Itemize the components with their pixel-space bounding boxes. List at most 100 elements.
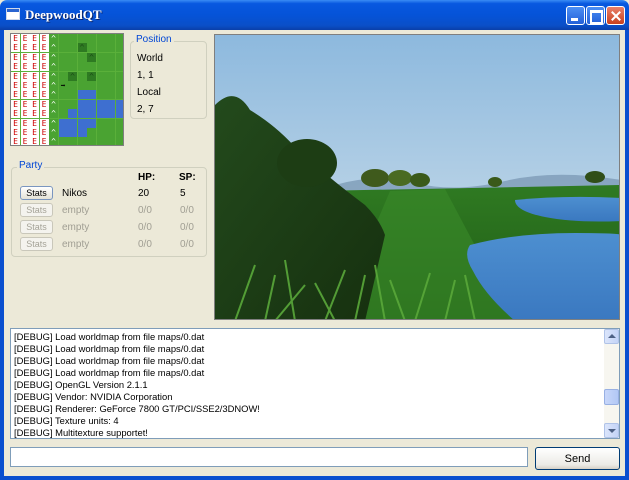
grass-tile (87, 43, 96, 53)
member-sp: 0/0 (180, 205, 194, 216)
grass-tile (77, 34, 87, 43)
grass-tile (115, 43, 123, 53)
player-marker-icon: ➡ (58, 81, 68, 90)
grass-tile (106, 128, 115, 137)
grass-tile (77, 52, 87, 62)
grass-tile (96, 62, 106, 72)
grass-tile (58, 90, 68, 100)
water-tile (68, 118, 77, 128)
grass-tile (68, 52, 77, 62)
title-bar[interactable]: DeepwoodQT (0, 0, 629, 30)
grass-tile (115, 52, 123, 62)
local-label: Local (137, 87, 161, 98)
grass-tile (115, 81, 123, 90)
grass-tile (87, 128, 96, 137)
map-edge-tile: E (39, 90, 49, 100)
scroll-thumb[interactable] (604, 389, 619, 405)
log-line: [DEBUG] Load worldmap from file maps/0.d… (14, 331, 205, 342)
map-edge-tile: E (39, 128, 49, 137)
local-value: 2, 7 (137, 104, 154, 115)
log-line: [DEBUG] Load worldmap from file maps/0.d… (14, 367, 205, 378)
grass-tile (87, 34, 96, 43)
grass-tile (68, 34, 77, 43)
water-tile (115, 109, 123, 119)
map-edge-tile: E (20, 43, 30, 53)
command-input[interactable] (10, 447, 528, 467)
member-hp: 0/0 (138, 222, 152, 233)
stats-button-4[interactable]: Stats (20, 237, 53, 251)
scroll-up-button[interactable] (604, 329, 619, 344)
grass-tile (106, 34, 115, 43)
member-sp: 0/0 (180, 239, 194, 250)
water-tile (77, 118, 87, 128)
water-tile (87, 90, 96, 100)
map-edge-tile: E (30, 71, 39, 81)
grass-tile (87, 137, 96, 145)
member-name: empty (62, 205, 90, 216)
party-group-title: Party (17, 160, 45, 171)
grass-tile (87, 62, 96, 72)
map-edge-tile: E (11, 43, 20, 53)
hill-tile: ^ (77, 43, 87, 53)
map-edge-tile: E (30, 34, 39, 43)
mountain-tile: ^ (49, 62, 58, 72)
map-edge-tile: E (30, 90, 39, 100)
stats-button-3[interactable]: Stats (20, 220, 53, 234)
tree-clump (410, 173, 430, 187)
map-edge-tile: E (20, 137, 30, 145)
map-edge-tile: E (39, 62, 49, 72)
member-hp: 20 (138, 188, 150, 199)
mountain-tile: ^ (49, 118, 58, 128)
map-edge-tile: E (30, 52, 39, 62)
minimap: E E E E ^ E E E E ^ ^ E E E E ^ ^ E E E E ^ E E E E ^ ^ ^ E E E E ^ ➡ E E E E ^… (10, 33, 124, 146)
water-tile (115, 99, 123, 109)
grass-tile (58, 71, 68, 81)
3d-world-view[interactable] (214, 34, 620, 320)
mountain-tile: ^ (49, 43, 58, 53)
window-border-right (625, 30, 629, 480)
send-button[interactable]: Send (535, 447, 620, 470)
scroll-down-button[interactable] (604, 423, 619, 438)
map-edge-tile: E (11, 52, 20, 62)
maximize-button[interactable] (586, 6, 605, 25)
stats-button-1[interactable]: Stats (20, 186, 53, 200)
debug-log[interactable]: [DEBUG] Load worldmap from file maps/0.d… (10, 328, 620, 439)
log-line: [DEBUG] Texture units: 4 (14, 415, 119, 426)
log-line: [DEBUG] Vendor: NVIDIA Corporation (14, 391, 173, 402)
log-scrollbar[interactable] (604, 329, 619, 438)
app-window-icon (6, 8, 20, 20)
world-label: World (137, 53, 163, 64)
grass-tile (96, 137, 106, 145)
mountain-tile: ^ (49, 137, 58, 145)
mountain-tile: ^ (49, 90, 58, 100)
map-edge-tile: E (20, 52, 30, 62)
grass-tile (106, 71, 115, 81)
grass-tile (68, 62, 77, 72)
map-edge-tile: E (11, 118, 20, 128)
member-sp: 0/0 (180, 222, 194, 233)
map-edge-tile: E (30, 99, 39, 109)
hill-tile: ^ (87, 71, 96, 81)
member-name: empty (62, 239, 90, 250)
grass-tile (106, 52, 115, 62)
mountain-tile: ^ (49, 52, 58, 62)
map-edge-tile: E (20, 118, 30, 128)
grass-tile (58, 43, 68, 53)
grass-tile (106, 118, 115, 128)
map-edge-tile: E (30, 137, 39, 145)
grass-tile (77, 71, 87, 81)
minimize-button[interactable] (566, 6, 585, 25)
grass-tile (58, 99, 68, 109)
water-tile (68, 109, 77, 119)
mountain-tile: ^ (49, 99, 58, 109)
grass-tile (106, 137, 115, 145)
grass-tile (77, 62, 87, 72)
close-button[interactable] (606, 6, 625, 25)
window-border-bottom (0, 476, 629, 480)
grass-tile (115, 128, 123, 137)
stats-button-2[interactable]: Stats (20, 203, 53, 217)
grass-tile (96, 90, 106, 100)
map-edge-tile: E (30, 62, 39, 72)
grass-tile (115, 118, 123, 128)
map-edge-tile: E (20, 62, 30, 72)
